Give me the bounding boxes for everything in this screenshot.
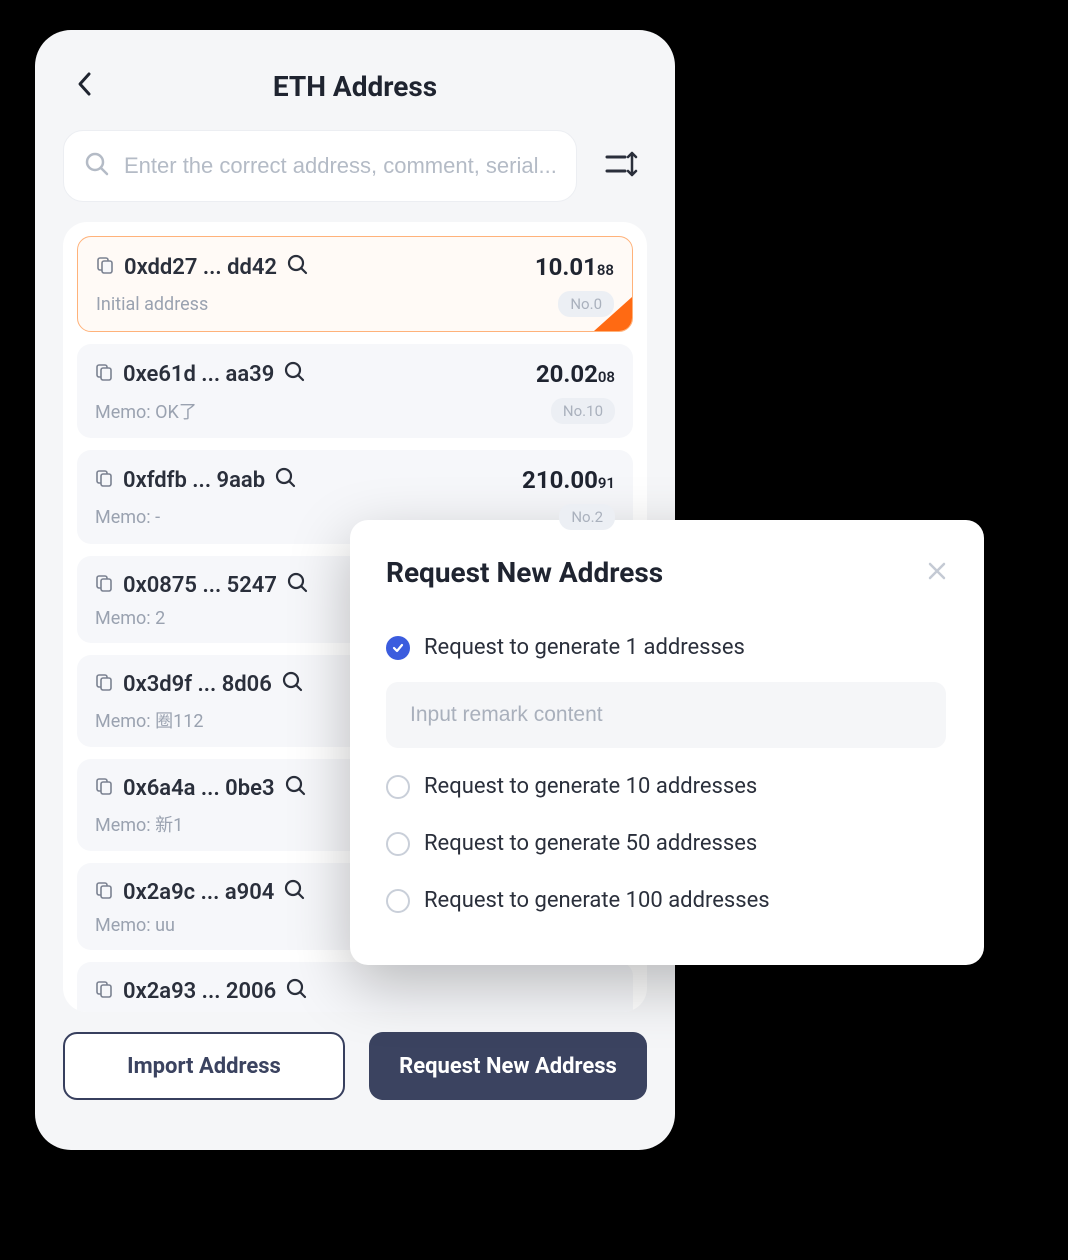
balance-value: 20.0208 [536, 360, 615, 388]
address-text: 0xdd27 ... dd42 [124, 255, 277, 280]
generate-option[interactable]: Request to generate 1 addresses [386, 619, 948, 676]
modal-title: Request New Address [386, 556, 663, 589]
address-card[interactable]: 0x2a93 ... 2006Memo: 哦哦 [77, 962, 633, 1012]
magnify-icon[interactable] [287, 572, 309, 598]
import-address-button[interactable]: Import Address [63, 1032, 345, 1100]
radio-icon [386, 775, 410, 799]
address-card[interactable]: 0xdd27 ... dd42 10.0188 Initial address No.… [77, 236, 633, 332]
search-box[interactable] [63, 130, 577, 202]
magnify-icon[interactable] [287, 254, 309, 280]
generate-option[interactable]: Request to generate 10 addresses [386, 758, 948, 815]
option-label: Request to generate 50 addresses [424, 831, 757, 856]
radio-icon [386, 636, 410, 660]
remark-input[interactable] [386, 682, 946, 748]
memo-label: Memo: - [95, 507, 160, 528]
balance-value: 10.0188 [535, 253, 614, 281]
memo-label: Memo: OK了 [95, 398, 197, 424]
header: ETH Address [63, 58, 647, 114]
copy-icon[interactable] [95, 673, 113, 695]
no-badge: No.10 [551, 398, 615, 424]
address-text: 0x6a4a ... 0be3 [123, 776, 275, 801]
address-text: 0xe61d ... aa39 [123, 362, 274, 387]
magnify-icon[interactable] [286, 978, 308, 1004]
page-title: ETH Address [273, 70, 437, 103]
magnify-icon[interactable] [284, 361, 306, 387]
sort-button[interactable] [597, 141, 647, 191]
close-icon[interactable] [926, 560, 948, 586]
generate-option[interactable]: Request to generate 100 addresses [386, 872, 948, 929]
bottom-actions: Import Address Request New Address [63, 1032, 647, 1100]
memo-label: Memo: uu [95, 915, 175, 936]
request-new-address-button[interactable]: Request New Address [369, 1032, 647, 1100]
copy-icon[interactable] [95, 363, 113, 385]
modal-header: Request New Address [386, 556, 948, 589]
radio-icon [386, 832, 410, 856]
no-badge: No.2 [559, 504, 615, 530]
magnify-icon[interactable] [285, 775, 307, 801]
radio-icon [386, 889, 410, 913]
back-button[interactable] [75, 70, 95, 102]
balance-value: 210.0091 [522, 466, 615, 494]
memo-label: Initial address [96, 294, 208, 315]
address-card[interactable]: 0xe61d ... aa39 20.0208 Memo: OK了 No.10 [77, 344, 633, 438]
option-label: Request to generate 10 addresses [424, 774, 757, 799]
magnify-icon[interactable] [275, 467, 297, 493]
copy-icon[interactable] [95, 980, 113, 1002]
address-text: 0x2a93 ... 2006 [123, 979, 276, 1004]
search-input[interactable] [124, 153, 556, 179]
generate-option[interactable]: Request to generate 50 addresses [386, 815, 948, 872]
address-text: 0xfdfb ... 9aab [123, 468, 265, 493]
search-icon [84, 151, 110, 181]
copy-icon[interactable] [96, 256, 114, 278]
address-text: 0x0875 ... 5247 [123, 573, 277, 598]
search-row [63, 130, 647, 202]
magnify-icon[interactable] [282, 671, 304, 697]
copy-icon[interactable] [95, 574, 113, 596]
option-label: Request to generate 100 addresses [424, 888, 770, 913]
copy-icon[interactable] [95, 469, 113, 491]
option-label: Request to generate 1 addresses [424, 635, 745, 660]
copy-icon[interactable] [95, 881, 113, 903]
request-new-address-modal: Request New Address Request to generate … [350, 520, 984, 965]
memo-label: Memo: 2 [95, 608, 165, 629]
address-text: 0x3d9f ... 8d06 [123, 672, 272, 697]
address-text: 0x2a9c ... a904 [123, 880, 274, 905]
magnify-icon[interactable] [284, 879, 306, 905]
copy-icon[interactable] [95, 777, 113, 799]
memo-label: Memo: 圈112 [95, 707, 203, 733]
no-badge: No.0 [558, 291, 614, 317]
memo-label: Memo: 新1 [95, 811, 183, 837]
